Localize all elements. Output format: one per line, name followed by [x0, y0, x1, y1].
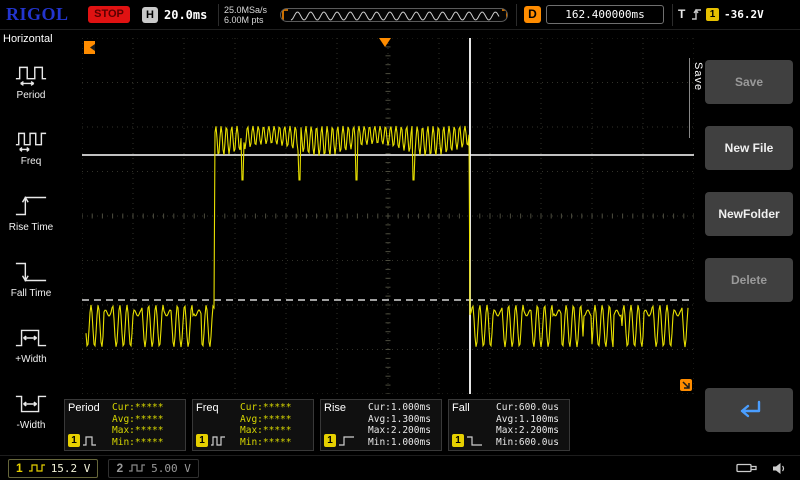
measure-item-label: -Width: [17, 420, 46, 431]
channel-source-badge: 1: [68, 434, 80, 447]
channel-source-badge: 1: [452, 434, 464, 447]
measurement-cur: Cur:600.0us: [496, 402, 566, 414]
channel-scale: 5.00 V: [151, 462, 191, 475]
measure-item-plus-width[interactable]: +Width: [0, 311, 62, 377]
minus-width-icon: [14, 390, 48, 418]
waveform-preview-bar[interactable]: [280, 8, 508, 22]
channel-2-status[interactable]: 2 5.00 V: [108, 459, 198, 478]
top-status-bar: RIGOL STOP H 20.0ms 25.0MSa/s 6.00M pts …: [0, 0, 800, 30]
measure-item-label: Rise Time: [9, 222, 53, 233]
measurement-min: Min:*****: [112, 437, 182, 449]
measure-type-icon: [210, 435, 228, 447]
channel-1-status[interactable]: 1 15.2 V: [8, 459, 98, 478]
divider: [672, 4, 673, 26]
measurement-avg: Avg:*****: [112, 414, 182, 426]
measurement-cur: Cur:1.000ms: [368, 402, 438, 414]
scope-graticule: [82, 38, 694, 394]
delay-value: 162.400000ms: [546, 5, 664, 24]
measure-item-fall-time[interactable]: Fall Time: [0, 245, 62, 311]
measure-item-label: Fall Time: [11, 288, 52, 299]
measurement-name: Period: [68, 402, 112, 414]
measurement-max: Max:2.200ms: [368, 425, 438, 437]
measurement-min: Min:600.0us: [496, 437, 566, 449]
plus-width-icon: [14, 324, 48, 352]
channel-number: 2: [116, 461, 123, 475]
measure-type-icon: [82, 435, 100, 447]
sample-rate-value: 25.0MSa/s: [224, 5, 267, 15]
save-button[interactable]: Save: [705, 60, 793, 104]
measurement-cur: Cur:*****: [240, 402, 310, 414]
measure-item-label: Freq: [21, 156, 42, 167]
measure-item-rise-time[interactable]: Rise Time: [0, 179, 62, 245]
channel-source-badge: 1: [324, 434, 336, 447]
divider: [218, 4, 219, 26]
measurement-readouts: Period 1 Cur:***** Avg:***** Max:***** M…: [64, 399, 570, 451]
measurement-avg: Avg:1.300ms: [368, 414, 438, 426]
measure-item-label: Period: [17, 90, 46, 101]
horizontal-badge[interactable]: H: [142, 7, 158, 23]
measurement-panel-period: Period 1 Cur:***** Avg:***** Max:***** M…: [64, 399, 186, 451]
channel-number: 1: [16, 461, 23, 475]
measure-item-label: +Width: [15, 354, 46, 365]
divider: [516, 4, 517, 26]
measurement-panel-freq: Freq 1 Cur:***** Avg:***** Max:***** Min…: [192, 399, 314, 451]
softkey-menu: Save Save New File NewFolder Delete: [688, 32, 800, 455]
trigger-label: T: [678, 7, 685, 21]
measure-category-title: Horizontal: [0, 30, 62, 47]
waveform-display: [82, 38, 694, 394]
measure-type-icon: [466, 435, 484, 447]
system-icons: [736, 462, 786, 475]
return-arrow-icon: [732, 397, 766, 423]
usb-icon: [736, 462, 758, 474]
measure-type-icon: [338, 435, 356, 447]
measurement-panel-fall: Fall 1 Cur:600.0us Avg:1.100ms Max:2.200…: [448, 399, 570, 451]
rigol-logo: RIGOL: [6, 4, 69, 25]
measurement-min: Min:1.000ms: [368, 437, 438, 449]
new-folder-button[interactable]: NewFolder: [705, 192, 793, 236]
measurement-max: Max:*****: [240, 425, 310, 437]
trigger-source-badge: 1: [706, 8, 719, 21]
fall-time-icon: [14, 258, 48, 286]
coupling-icon: [28, 463, 46, 473]
channel-scale: 15.2 V: [51, 462, 91, 475]
run-state-badge[interactable]: STOP: [88, 6, 130, 23]
measurement-max: Max:*****: [112, 425, 182, 437]
measure-item-period[interactable]: Period: [0, 47, 62, 113]
measurement-name: Rise: [324, 402, 368, 414]
channel-status-bar: 1 15.2 V 2 5.00 V: [0, 455, 800, 480]
measurement-min: Min:*****: [240, 437, 310, 449]
memory-depth-value: 6.00M pts: [224, 15, 267, 25]
trigger-slope-icon: [690, 7, 702, 21]
trigger-level-value: -36.2V: [724, 8, 764, 21]
rise-time-icon: [14, 192, 48, 220]
measurement-name: Freq: [196, 402, 240, 414]
measurement-name: Fall: [452, 402, 496, 414]
measure-item-minus-width[interactable]: -Width: [0, 377, 62, 443]
measurement-panel-rise: Rise 1 Cur:1.000ms Avg:1.300ms Max:2.200…: [320, 399, 442, 451]
speaker-icon: [772, 462, 786, 475]
menu-title: Save: [689, 58, 704, 138]
measurement-cur: Cur:*****: [112, 402, 182, 414]
measurement-avg: Avg:1.100ms: [496, 414, 566, 426]
freq-icon: [14, 126, 48, 154]
measurement-avg: Avg:*****: [240, 414, 310, 426]
period-icon: [14, 60, 48, 88]
channel-source-badge: 1: [196, 434, 208, 447]
delete-button[interactable]: Delete: [705, 258, 793, 302]
enter-button[interactable]: [705, 388, 793, 432]
coupling-icon: [128, 463, 146, 473]
measurement-max: Max:2.200ms: [496, 425, 566, 437]
acquisition-info: 25.0MSa/s 6.00M pts: [224, 5, 267, 25]
oscilloscope-ui: RIGOL STOP H 20.0ms 25.0MSa/s 6.00M pts …: [0, 0, 800, 480]
timebase-value: 20.0ms: [164, 8, 207, 22]
delay-badge: D: [524, 6, 541, 23]
new-file-button[interactable]: New File: [705, 126, 793, 170]
measure-menu: Horizontal Period Freq Rise Time: [0, 30, 62, 455]
measure-item-freq[interactable]: Freq: [0, 113, 62, 179]
